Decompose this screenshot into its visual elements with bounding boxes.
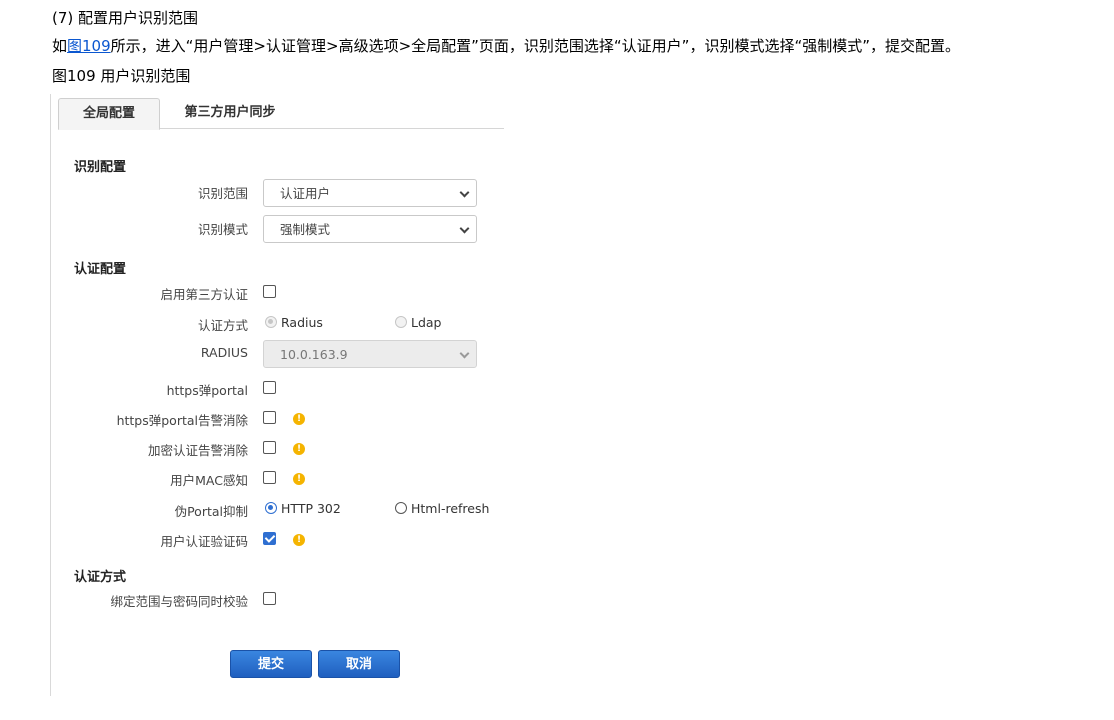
tab-global-config[interactable]: 全局配置 (58, 98, 160, 130)
scope-select[interactable]: 认证用户 (263, 179, 477, 207)
figure-link[interactable]: 图109 (67, 37, 111, 55)
tab-third-party-sync[interactable]: 第三方用户同步 (170, 98, 290, 128)
warning-icon[interactable]: ! (293, 443, 305, 455)
step-heading: (7) 配置用户识别范围 (52, 9, 199, 27)
html-refresh-radio[interactable] (395, 502, 407, 514)
auth-method-label: 认证方式 (197, 318, 248, 333)
chevron-down-icon (459, 187, 470, 198)
chevron-down-icon (459, 348, 470, 359)
fake-portal-label: 伪Portal抑制 (174, 504, 248, 519)
bind-label: 绑定范围与密码同时校验 (110, 594, 248, 609)
encrypt-alarm-checkbox[interactable] (263, 441, 276, 454)
mode-select-value: 强制模式 (280, 222, 331, 237)
radius-radio-label: Radius (281, 315, 323, 330)
section-auth-title: 认证配置 (74, 262, 127, 277)
radius-label: RADIUS (200, 345, 248, 360)
scope-select-value: 认证用户 (280, 186, 331, 201)
mode-select[interactable]: 强制模式 (263, 215, 477, 243)
mode-label: 识别模式 (197, 222, 248, 237)
mac-sense-checkbox[interactable] (263, 471, 276, 484)
warning-icon[interactable]: ! (293, 413, 305, 425)
section-identify-title: 识别配置 (74, 160, 127, 175)
radius-server-select[interactable]: 10.0.163.9 (263, 340, 477, 368)
submit-button[interactable]: 提交 (230, 650, 312, 678)
scope-label: 识别范围 (197, 186, 248, 201)
instruction-paragraph: 如图109所示，进入“用户管理>认证管理>高级选项>全局配置”页面，识别范围选择… (52, 36, 960, 56)
warning-icon[interactable]: ! (293, 534, 305, 546)
cancel-button[interactable]: 取消 (318, 650, 400, 678)
bind-checkbox[interactable] (263, 592, 276, 605)
https-portal-alarm-checkbox[interactable] (263, 411, 276, 424)
https-portal-alarm-label: https弹portal告警消除 (116, 413, 248, 428)
radius-radio[interactable] (265, 316, 277, 328)
warning-icon[interactable]: ! (293, 473, 305, 485)
radius-server-value: 10.0.163.9 (280, 347, 348, 362)
http302-radio-label: HTTP 302 (281, 501, 341, 516)
mac-sense-label: 用户MAC感知 (170, 473, 248, 488)
instruction-prefix: 如 (52, 37, 68, 55)
document-page: (7) 配置用户识别范围 如图109所示，进入“用户管理>认证管理>高级选项>全… (0, 0, 1114, 720)
section-method-title: 认证方式 (74, 570, 127, 585)
ldap-radio-label: Ldap (411, 315, 442, 330)
tab-bar: 全局配置 第三方用户同步 (58, 94, 504, 130)
figure-caption: 图109 用户识别范围 (52, 67, 191, 85)
ldap-radio[interactable] (395, 316, 407, 328)
https-portal-checkbox[interactable] (263, 381, 276, 394)
third-party-checkbox[interactable] (263, 285, 276, 298)
third-party-label: 启用第三方认证 (160, 287, 248, 302)
html-refresh-radio-label: Html-refresh (411, 501, 490, 516)
captcha-checkbox[interactable] (263, 532, 276, 545)
captcha-label: 用户认证验证码 (160, 534, 248, 549)
chevron-down-icon (459, 223, 470, 234)
https-portal-label: https弹portal (166, 383, 248, 398)
embedded-screenshot: 全局配置 第三方用户同步 识别配置 识别范围 认证用户 识别模式 强制模式 认证… (50, 94, 504, 696)
instruction-text: 所示，进入“用户管理>认证管理>高级选项>全局配置”页面，识别范围选择“认证用户… (110, 37, 960, 55)
http302-radio[interactable] (265, 502, 277, 514)
panel-border (50, 94, 51, 696)
encrypt-alarm-label: 加密认证告警消除 (147, 443, 248, 458)
